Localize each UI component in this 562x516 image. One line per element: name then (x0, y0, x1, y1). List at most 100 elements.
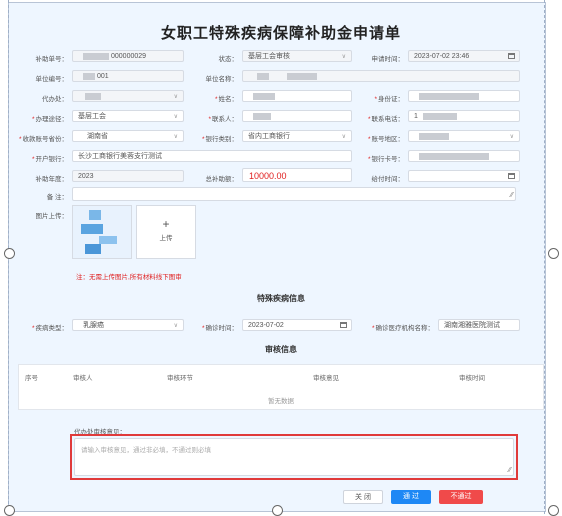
upload-label: 上传 (159, 235, 173, 242)
image-pixel-block (99, 236, 117, 244)
redacted-block (423, 113, 457, 120)
phone-input[interactable]: 1 (408, 110, 520, 122)
contact-label: *联系人： (208, 116, 238, 123)
route-select[interactable]: 基层工会 ∨ (72, 110, 184, 122)
apply-time-value: 2023-07-02 23:46 (414, 53, 470, 60)
apply-time-field: 2023-07-02 23:46 (408, 50, 520, 62)
pay-time-label: 给付时间： (371, 176, 405, 183)
phone-value: 1 (414, 113, 418, 120)
table-header-cell: 审核人 (73, 375, 93, 382)
opinion-textarea[interactable]: 请输入审核意见，通过非必填，不通过则必填 ⁄⁄ (74, 438, 514, 476)
status-value: 基层工会审核 (248, 53, 290, 60)
chevron-down-icon: ∨ (173, 323, 178, 329)
name-label: *姓名： (214, 96, 238, 103)
status-select: 基层工会审核 ∨ (242, 50, 352, 62)
unit-no-field: 001 (72, 70, 184, 82)
upload-button[interactable]: + 上传 (136, 205, 196, 259)
redacted-block (253, 93, 275, 100)
chevron-down-icon: ∨ (509, 134, 514, 140)
disease-type-label: *疾病类型： (31, 325, 68, 332)
id-card-input[interactable] (408, 90, 520, 102)
redacted-block (83, 73, 95, 80)
chevron-down-icon: ∨ (173, 94, 178, 100)
chevron-down-icon: ∨ (173, 114, 178, 120)
amount-input[interactable]: 10000.00 (242, 168, 352, 182)
redacted-block (85, 93, 101, 100)
apply-time-label: 申请时间： (371, 56, 405, 63)
image-pixel-block (81, 224, 103, 234)
opinion-placeholder: 请输入审核意见，通过非必填，不通过则必填 (81, 447, 211, 454)
card-no-input[interactable] (408, 150, 520, 162)
chevron-down-icon: ∨ (173, 134, 178, 140)
image-pixel-block (85, 244, 101, 254)
bank-branch-label: *开户银行： (31, 156, 68, 163)
resize-handle-right[interactable] (548, 248, 559, 259)
year-value: 2023 (78, 173, 94, 180)
unit-name-label: 单位名称： (205, 76, 239, 83)
province-select[interactable]: 湖南省 ∨ (72, 130, 184, 142)
route-label: *办理途径： (31, 116, 68, 123)
chevron-down-icon: ∨ (341, 134, 346, 140)
account-region-select[interactable]: ∨ (408, 130, 520, 142)
pay-time-picker[interactable] (408, 170, 520, 182)
table-header-cell: 审核时间 (459, 375, 485, 382)
unit-no-label: 单位编号： (35, 76, 69, 83)
name-input[interactable] (242, 90, 352, 102)
unit-name-field (242, 70, 520, 82)
id-card-label: *身份证： (374, 96, 404, 103)
redacted-block (83, 53, 109, 60)
bank-type-select[interactable]: 省内工商银行 ∨ (242, 130, 352, 142)
uploaded-image-thumbnail[interactable] (72, 205, 132, 259)
resize-handle-left[interactable] (4, 248, 15, 259)
agent-select[interactable]: ∨ (72, 90, 184, 102)
reject-button[interactable]: 不通过 (439, 490, 483, 504)
subsidy-no-field: 000000029 (72, 50, 184, 62)
plus-icon: + (162, 217, 170, 231)
diag-time-label: *确诊时间： (201, 325, 238, 332)
table-header-cell: 审核意见 (313, 375, 339, 382)
table-header-cell: 序号 (25, 375, 38, 382)
resize-grip-icon[interactable]: ⁄⁄ (511, 192, 513, 199)
selection-guide-right (544, 0, 545, 514)
calendar-icon (508, 173, 515, 179)
route-value: 基层工会 (78, 113, 106, 120)
hospital-input[interactable]: 湖南湘雅医院测试 (438, 319, 520, 331)
year-field: 2023 (72, 170, 184, 182)
resize-handle-bottom[interactable] (272, 505, 283, 516)
resize-handle-bottom-right[interactable] (548, 505, 559, 516)
close-button[interactable]: 关 闭 (343, 490, 383, 504)
remark-label: 备 注： (46, 194, 68, 201)
pass-button[interactable]: 通 过 (391, 490, 431, 504)
table-header-cell: 审核环节 (167, 375, 193, 382)
bank-branch-input[interactable]: 长沙工商银行美蓉支行测试 (72, 150, 352, 162)
disease-section-heading: 特殊疾病信息 (257, 294, 305, 303)
redacted-block (419, 133, 449, 140)
redacted-block (287, 73, 317, 80)
remark-textarea[interactable]: ⁄⁄ (72, 187, 516, 201)
table-empty-text: 暂无数据 (268, 398, 294, 405)
image-upload-label: 图片上传： (35, 213, 69, 220)
account-region-label: *账号地区： (367, 136, 404, 143)
diag-time-picker[interactable]: 2023-07-02 (242, 319, 352, 331)
hospital-label: *确诊医疗机构名称： (371, 325, 434, 332)
redacted-block (419, 93, 479, 100)
diag-time-value: 2023-07-02 (248, 322, 284, 329)
calendar-icon (340, 322, 347, 328)
page-title: 女职工特殊疾病保障补助金申请单 (160, 25, 401, 42)
redacted-block (257, 73, 269, 80)
year-label: 补助年度： (35, 176, 69, 183)
subsidy-no-value: 000000029 (111, 53, 147, 60)
disease-type-select[interactable]: 乳腺癌 ∨ (72, 319, 184, 331)
resize-grip-icon[interactable]: ⁄⁄ (509, 467, 511, 474)
unit-no-value: 001 (97, 73, 109, 80)
redacted-block (419, 153, 489, 160)
resize-handle-bottom-left[interactable] (4, 505, 15, 516)
province-value: 湖南省 (87, 133, 108, 140)
bank-branch-value: 长沙工商银行美蓉支行测试 (78, 153, 162, 160)
review-table: 序号 审核人 审核环节 审核意见 审核时间 暂无数据 (18, 364, 544, 410)
review-section-heading: 审核信息 (265, 345, 297, 354)
contact-input[interactable] (242, 110, 352, 122)
status-label: 状态： (218, 56, 239, 63)
page-canvas: 女职工特殊疾病保障补助金申请单 补助单号： 000000029 状态： 基层工会… (0, 0, 562, 516)
chevron-down-icon: ∨ (341, 54, 346, 60)
